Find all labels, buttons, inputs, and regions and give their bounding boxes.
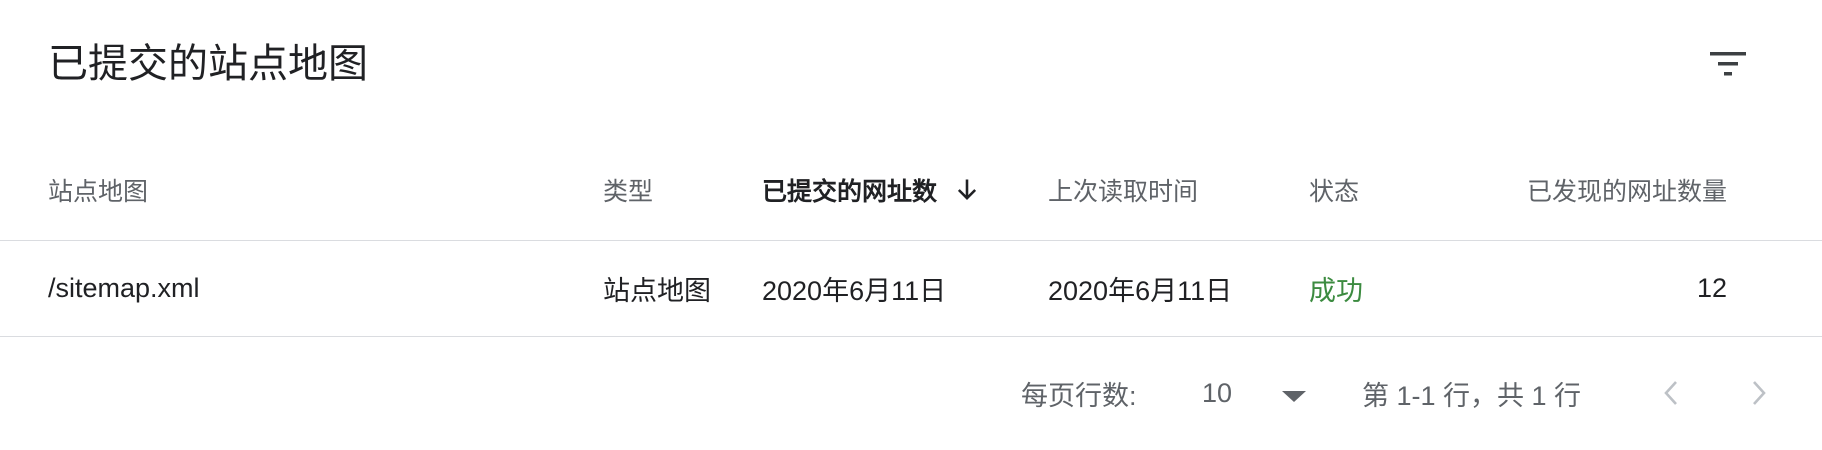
previous-page-button[interactable]: [1643, 365, 1699, 421]
column-label: 站点地图: [48, 178, 149, 206]
triangle-down-icon: [1282, 390, 1306, 402]
arrow-down-icon: [957, 179, 977, 200]
pagination-range: 第 1-1 行，共 1 行: [1362, 381, 1582, 411]
column-label: 类型: [603, 178, 654, 206]
cell-submitted: 2020年6月11日: [762, 276, 947, 306]
cell-sitemap: /sitemap.xml: [48, 273, 200, 303]
column-label: 上次读取时间: [1048, 178, 1199, 206]
cell-type: 站点地图: [603, 276, 711, 306]
sitemaps-card: 已提交的站点地图 站点地图 类型 已提交的网址数 上次读取时间 状态 已发现的网…: [0, 0, 1822, 450]
chevron-right-icon: [1753, 381, 1766, 405]
rows-per-page-label: 每页行数:: [1021, 381, 1137, 411]
table-header: 站点地图 类型 已提交的网址数 上次读取时间 状态 已发现的网址数量: [0, 140, 1822, 241]
table-row[interactable]: /sitemap.xml 站点地图 2020年6月11日 2020年6月11日 …: [0, 241, 1822, 337]
rows-per-page-value: 10: [1202, 378, 1233, 408]
column-label: 状态: [1309, 178, 1360, 206]
cell-discovered: 12: [1696, 273, 1727, 303]
rows-per-page-select[interactable]: 10: [1202, 337, 1306, 450]
status-badge: 成功: [1309, 276, 1363, 306]
cell-last-read: 2020年6月11日: [1048, 276, 1233, 306]
column-header-last-read[interactable]: 上次读取时间: [1048, 140, 1198, 240]
column-header-type[interactable]: 类型: [603, 140, 653, 240]
column-header-discovered-urls[interactable]: 已发现的网址数量: [1527, 140, 1727, 240]
column-header-sitemap[interactable]: 站点地图: [48, 140, 148, 240]
filter-button[interactable]: [1700, 36, 1756, 92]
column-label: 已提交的网址数: [762, 178, 938, 206]
pagination-footer: 每页行数: 10 第 1-1 行，共 1 行: [0, 337, 1822, 450]
column-header-status[interactable]: 状态: [1309, 140, 1359, 240]
column-header-submitted-urls[interactable]: 已提交的网址数: [762, 140, 981, 240]
next-page-button[interactable]: [1731, 365, 1787, 421]
column-label: 已发现的网址数量: [1526, 178, 1727, 206]
card-title: 已提交的站点地图: [48, 42, 368, 86]
chevron-left-icon: [1664, 381, 1677, 405]
filter-icon: [1710, 52, 1746, 76]
